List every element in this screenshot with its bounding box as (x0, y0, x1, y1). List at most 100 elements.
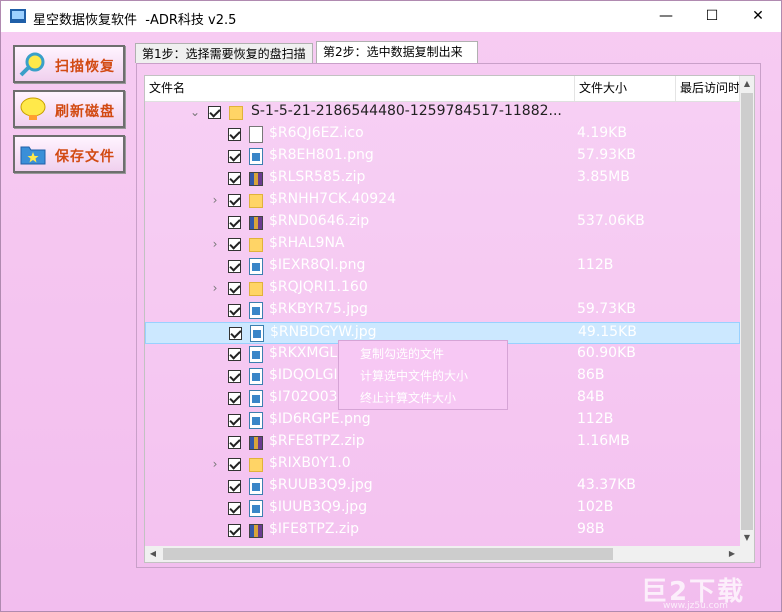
row-checkbox[interactable] (228, 304, 241, 317)
collapse-arrow-icon[interactable]: ⌄ (189, 105, 201, 119)
row-checkbox[interactable] (228, 480, 241, 493)
expand-arrow-icon[interactable]: › (209, 237, 221, 251)
file-row[interactable]: $RKBYR75.jpg 59.73KB (145, 300, 740, 322)
zip-archive-icon (249, 436, 263, 450)
row-checkbox[interactable] (228, 414, 241, 427)
close-button[interactable]: ✕ (735, 1, 781, 32)
file-row[interactable]: $IUUB3Q9.jpg 102B (145, 498, 740, 520)
file-name: $IFE8TPZ.zip (269, 521, 360, 537)
column-name[interactable]: 文件名 (145, 76, 575, 101)
file-row[interactable]: $ID6RGPE.png 112B (145, 410, 740, 432)
row-checkbox[interactable] (228, 194, 241, 207)
image-file-icon (249, 346, 263, 363)
file-name: $R6QJ6EZ.ico (269, 125, 364, 141)
horizontal-scroll-thumb[interactable] (163, 548, 613, 560)
file-row[interactable]: $IEXR8QI.png 112B (145, 256, 740, 278)
row-checkbox[interactable] (228, 282, 241, 295)
row-checkbox[interactable] (228, 436, 241, 449)
file-row[interactable]: $RUUB3Q9.jpg 43.37KB (145, 476, 740, 498)
row-checkbox[interactable] (228, 150, 241, 163)
row-checkbox[interactable] (228, 216, 241, 229)
row-checkbox[interactable] (228, 392, 241, 405)
file-size: 537.06KB (577, 213, 645, 229)
file-name: $RNBDGYW.jpg (270, 324, 377, 340)
scroll-down-arrow-icon[interactable]: ▼ (740, 530, 754, 546)
image-file-icon (249, 258, 263, 275)
tab-step2[interactable]: 第2步：选中数据复制出来 (316, 41, 478, 63)
tab-step1[interactable]: 第1步：选择需要恢复的盘扫描 (135, 43, 313, 63)
file-row[interactable]: › $RQJQRI1.160 (145, 278, 740, 300)
menu-copy-checked[interactable]: 复制勾选的文件 (360, 343, 444, 365)
file-name: $RNHH7CK.40924 (269, 191, 397, 207)
app-window: 星空数据恢复软件 -ADR科技 v2.5 — ☐ ✕ 扫描恢复 刷新磁盘 保存文… (0, 0, 782, 612)
image-file-icon (249, 500, 263, 517)
file-row[interactable]: › $RIXB0Y1.0 (145, 454, 740, 476)
file-tree-list[interactable]: 文件名 文件大小 最后访问时 ⌄ S-1-5-21-2186544480-125… (144, 75, 755, 563)
file-row[interactable]: $RLSR585.zip 3.85MB (145, 168, 740, 190)
file-row[interactable]: $IFE8TPZ.zip 98B (145, 520, 740, 542)
file-name: $RKXMGL (269, 345, 338, 361)
title-bar[interactable]: 星空数据恢复软件 -ADR科技 v2.5 — ☐ ✕ (1, 1, 781, 32)
row-checkbox[interactable] (229, 327, 242, 340)
minimize-button[interactable]: — (643, 1, 689, 32)
zip-archive-icon (249, 172, 263, 186)
row-checkbox[interactable] (228, 128, 241, 141)
row-checkbox[interactable] (228, 370, 241, 383)
folder-icon (229, 106, 243, 120)
refresh-disk-label: 刷新磁盘 (55, 104, 115, 120)
file-name: $RND0646.zip (269, 213, 370, 229)
file-row[interactable]: $RFE8TPZ.zip 1.16MB (145, 432, 740, 454)
root-folder-name: S-1-5-21-2186544480-1259784517-11882... (251, 103, 562, 119)
file-row[interactable]: › $RNHH7CK.40924 (145, 190, 740, 212)
scan-recover-button[interactable]: 扫描恢复 (13, 45, 125, 83)
image-file-icon (249, 390, 263, 407)
row-checkbox[interactable] (228, 502, 241, 515)
horizontal-scrollbar[interactable]: ◀ ▶ (145, 546, 740, 562)
file-size: 43.37KB (577, 477, 636, 493)
zip-archive-icon (249, 216, 263, 230)
file-size: 84B (577, 389, 605, 405)
column-last-access[interactable]: 最后访问时 (676, 76, 740, 101)
file-row[interactable]: $R6QJ6EZ.ico 4.19KB (145, 124, 740, 146)
file-name: $R8EH801.png (269, 147, 374, 163)
column-size[interactable]: 文件大小 (575, 76, 676, 101)
menu-stop-calc[interactable]: 终止计算文件大小 (360, 387, 456, 409)
save-files-label: 保存文件 (55, 149, 115, 165)
expand-arrow-icon[interactable]: › (209, 457, 221, 471)
file-name: $I702O03 (269, 389, 338, 405)
row-checkbox[interactable] (228, 524, 241, 537)
row-checkbox[interactable] (228, 260, 241, 273)
root-checkbox[interactable] (208, 106, 221, 119)
expand-arrow-icon[interactable]: › (209, 193, 221, 207)
scroll-up-arrow-icon[interactable]: ▲ (740, 76, 754, 92)
file-row[interactable]: $R8EH801.png 57.93KB (145, 146, 740, 168)
maximize-button[interactable]: ☐ (689, 1, 735, 32)
tree-root-row[interactable]: ⌄ S-1-5-21-2186544480-1259784517-11882..… (145, 102, 740, 124)
save-files-button[interactable]: 保存文件 (13, 135, 125, 173)
file-size: 1.16MB (577, 433, 630, 449)
file-row[interactable]: › $RHAL9NA (145, 234, 740, 256)
row-checkbox[interactable] (228, 348, 241, 361)
file-size: 98B (577, 521, 605, 537)
row-checkbox[interactable] (228, 172, 241, 185)
column-header: 文件名 文件大小 最后访问时 (145, 76, 740, 102)
file-name: $RFE8TPZ.zip (269, 433, 365, 449)
expand-arrow-icon[interactable]: › (209, 281, 221, 295)
scroll-left-arrow-icon[interactable]: ◀ (145, 546, 161, 562)
watermark-url: www.jz5u.com (663, 601, 728, 611)
file-row[interactable]: $RND0646.zip 537.06KB (145, 212, 740, 234)
zip-archive-icon (249, 524, 263, 538)
refresh-disk-button[interactable]: 刷新磁盘 (13, 90, 125, 128)
menu-calc-size[interactable]: 计算选中文件的大小 (360, 365, 468, 387)
file-name: $IUUB3Q9.jpg (269, 499, 368, 515)
file-name: $RHAL9NA (269, 235, 345, 251)
vertical-scrollbar[interactable]: ▲ ▼ (740, 76, 754, 546)
vertical-scroll-thumb[interactable] (741, 93, 753, 530)
row-checkbox[interactable] (228, 458, 241, 471)
row-checkbox[interactable] (228, 238, 241, 251)
file-name: $RUUB3Q9.jpg (269, 477, 373, 493)
scroll-corner (740, 546, 754, 562)
scroll-right-arrow-icon[interactable]: ▶ (724, 546, 740, 562)
file-size: 49.15KB (578, 324, 637, 340)
folder-icon (249, 282, 263, 296)
